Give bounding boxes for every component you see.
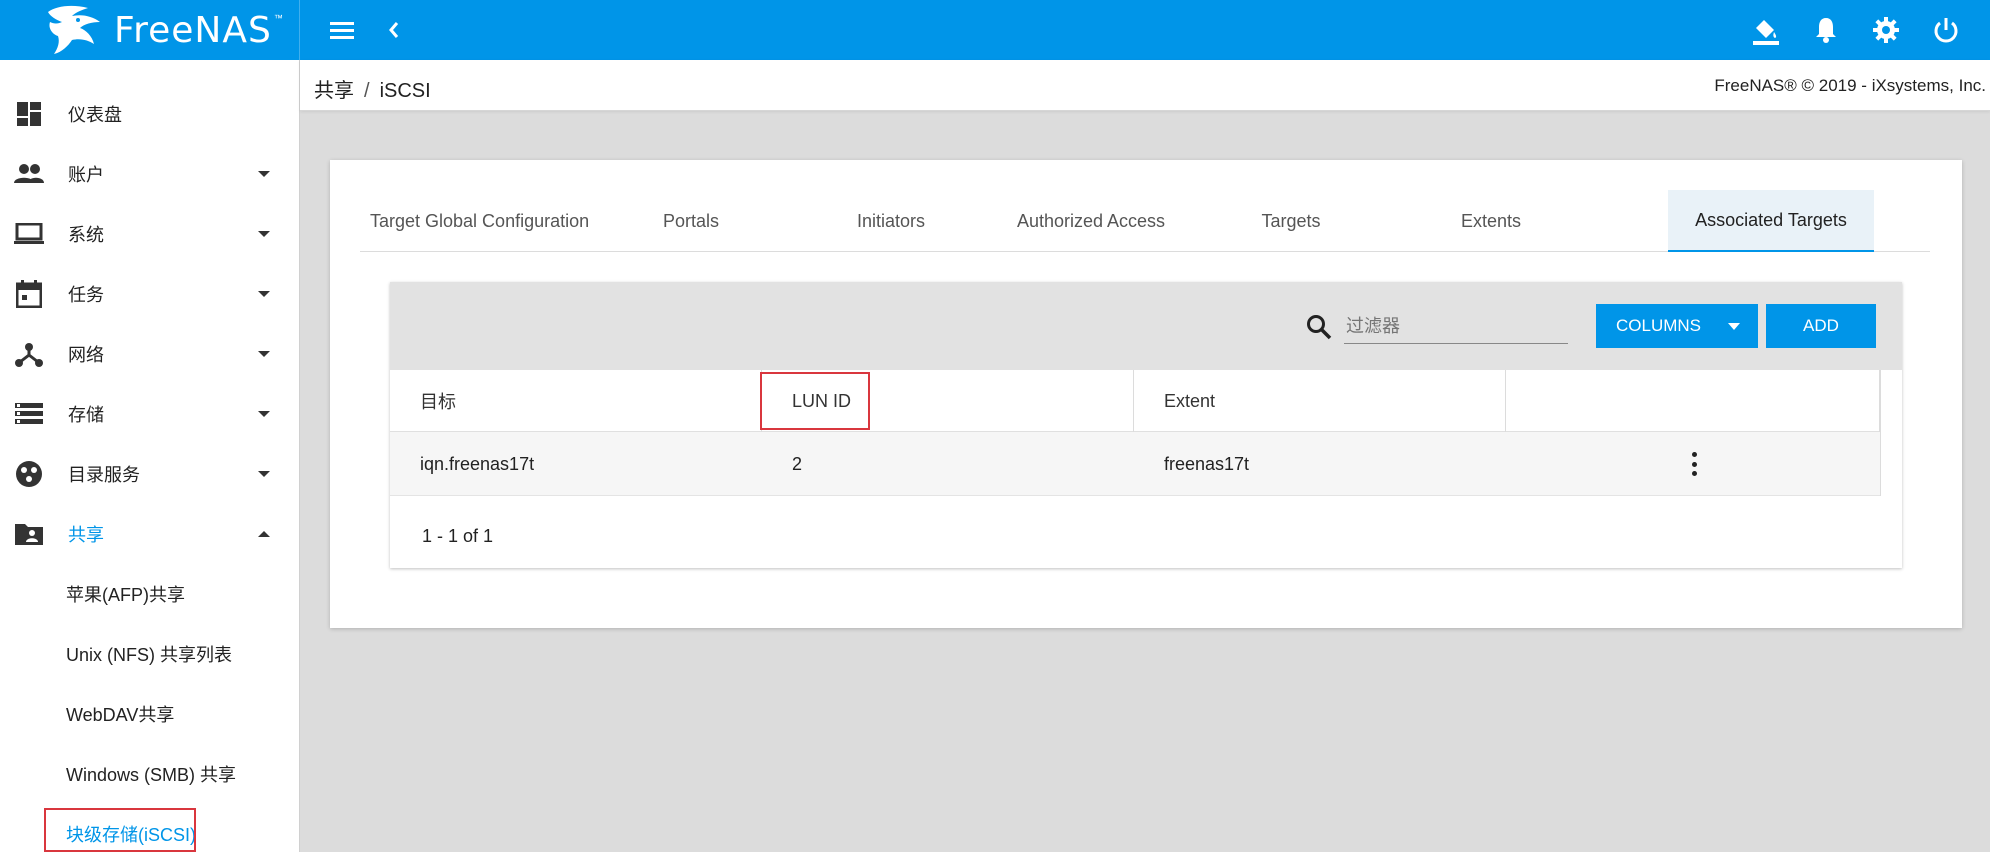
cell-lun-id: 2 [792, 453, 803, 474]
bell-icon [1816, 18, 1836, 43]
sidebar-subitem-label: Windows (SMB) 共享 [66, 765, 237, 785]
caret-down-icon [258, 411, 270, 417]
cell-extent: freenas17t [1164, 453, 1250, 474]
collapse-sidebar-button[interactable] [378, 14, 410, 46]
sidebar-item-dashboard[interactable]: 仪表盘 [0, 84, 300, 144]
network-icon [14, 339, 44, 369]
row-actions-menu-icon[interactable] [1686, 450, 1702, 478]
column-header-actions [1506, 370, 1880, 432]
sidebar-item-label: 任务 [68, 285, 104, 305]
sidebar-item-network[interactable]: 网络 [0, 324, 300, 384]
breadcrumb-separator: / [364, 80, 370, 102]
calendar-icon [14, 279, 44, 309]
breadcrumb-bar: 共享 / iSCSI FreeNAS® © 2019 - iXsystems, In… [300, 60, 1990, 111]
copyright-text: FreeNAS® © 2019 - iXsystems, Inc. [1714, 76, 1986, 95]
sidebar-item-label: 共享 [68, 525, 104, 545]
sidebar-item-label: 系统 [68, 225, 104, 245]
tab-initiators[interactable]: Initiators [786, 190, 996, 252]
top-bar: FreeNAS ™ [0, 0, 1990, 60]
gear-icon [1873, 17, 1899, 43]
sidebar-item-label: 账户 [68, 165, 104, 185]
tab-associated-targets[interactable]: Associated Targets [1668, 190, 1874, 252]
menu-icon [330, 22, 354, 39]
sidebar-item-sharing[interactable]: 共享 [0, 504, 300, 564]
theme-button[interactable] [1750, 14, 1782, 46]
associated-targets-table: COLUMNS ADD 目标 LUN ID Extent iqn.freenas… [390, 282, 1902, 568]
tab-bar: Target Global Configuration Portals Init… [360, 190, 1930, 252]
column-header-target[interactable]: 目标 [390, 370, 762, 432]
sidebar-item-label: 仪表盘 [68, 105, 122, 125]
logo-trademark: ™ [273, 13, 283, 23]
tab-authorized-access[interactable]: Authorized Access [986, 190, 1196, 252]
table-header: 目标 LUN ID Extent [390, 370, 1880, 432]
caret-up-icon [258, 531, 270, 537]
sidebar-item-accounts[interactable]: 账户 [0, 144, 300, 204]
pagination-info: 1 - 1 of 1 [422, 526, 494, 546]
sidebar-subitem-smb[interactable]: Windows (SMB) 共享 [0, 744, 300, 804]
search-icon [1307, 315, 1332, 340]
logo-text: FreeNAS [114, 9, 272, 51]
caret-down-icon [258, 291, 270, 297]
freenas-logo-icon [48, 5, 100, 54]
caret-down-icon [258, 351, 270, 357]
power-button[interactable] [1930, 14, 1962, 46]
sidebar: 仪表盘 账户 系统 任务 网络 存储 目录服务 共享 苹果(AFP)共享 Uni… [0, 60, 300, 852]
dashboard-icon [14, 99, 44, 129]
paint-bucket-icon [1753, 20, 1779, 45]
cell-target: iqn.freenas17t [420, 453, 535, 474]
sidebar-item-directory-services[interactable]: 目录服务 [0, 444, 300, 504]
sidebar-subitem-label: WebDAV共享 [66, 705, 175, 725]
table-row[interactable]: iqn.freenas17t 2 freenas17t [390, 432, 1880, 496]
caret-down-icon [1728, 323, 1740, 330]
sidebar-item-storage[interactable]: 存储 [0, 384, 300, 444]
iscsi-card: Target Global Configuration Portals Init… [330, 160, 1962, 628]
directory-icon [14, 459, 44, 489]
column-header-extent[interactable]: Extent [1134, 370, 1506, 432]
columns-button[interactable]: COLUMNS [1596, 304, 1758, 348]
shared-folder-icon [14, 519, 44, 549]
menu-toggle-button[interactable] [326, 14, 358, 46]
filter-input[interactable] [1344, 310, 1568, 344]
columns-button-label: COLUMNS [1616, 316, 1702, 335]
annotation-highlight-box [44, 808, 196, 852]
people-icon [14, 159, 44, 189]
breadcrumb-parent[interactable]: 共享 [314, 80, 354, 102]
freenas-logo[interactable]: FreeNAS ™ [0, 0, 300, 60]
sidebar-subitem-afp[interactable]: 苹果(AFP)共享 [0, 564, 300, 624]
sidebar-subitem-label: 苹果(AFP)共享 [66, 585, 185, 605]
table-toolbar: COLUMNS ADD [390, 282, 1902, 370]
annotation-highlight-box [760, 372, 870, 430]
sidebar-subitem-label: Unix (NFS) 共享列表 [66, 645, 232, 665]
storage-icon [14, 399, 44, 429]
notifications-button[interactable] [1810, 14, 1842, 46]
breadcrumb: 共享 / iSCSI [314, 74, 431, 103]
sidebar-item-tasks[interactable]: 任务 [0, 264, 300, 324]
sidebar-subitem-webdav[interactable]: WebDAV共享 [0, 684, 300, 744]
sidebar-item-system[interactable]: 系统 [0, 204, 300, 264]
power-icon [1934, 18, 1958, 43]
sidebar-item-label: 存储 [68, 405, 104, 425]
caret-down-icon [258, 471, 270, 477]
breadcrumb-current: iSCSI [379, 80, 431, 102]
chevron-left-icon [389, 22, 399, 38]
settings-button[interactable] [1870, 14, 1902, 46]
tab-portals[interactable]: Portals [586, 190, 796, 252]
caret-down-icon [258, 171, 270, 177]
sidebar-item-label: 网络 [68, 345, 104, 365]
laptop-icon [14, 219, 44, 249]
table-scroll-edge [1880, 370, 1902, 496]
caret-down-icon [258, 231, 270, 237]
add-button[interactable]: ADD [1766, 304, 1876, 348]
sidebar-subitem-nfs[interactable]: Unix (NFS) 共享列表 [0, 624, 300, 684]
tab-targets[interactable]: Targets [1186, 190, 1396, 252]
tab-extents[interactable]: Extents [1386, 190, 1596, 252]
sidebar-item-label: 目录服务 [68, 465, 140, 485]
